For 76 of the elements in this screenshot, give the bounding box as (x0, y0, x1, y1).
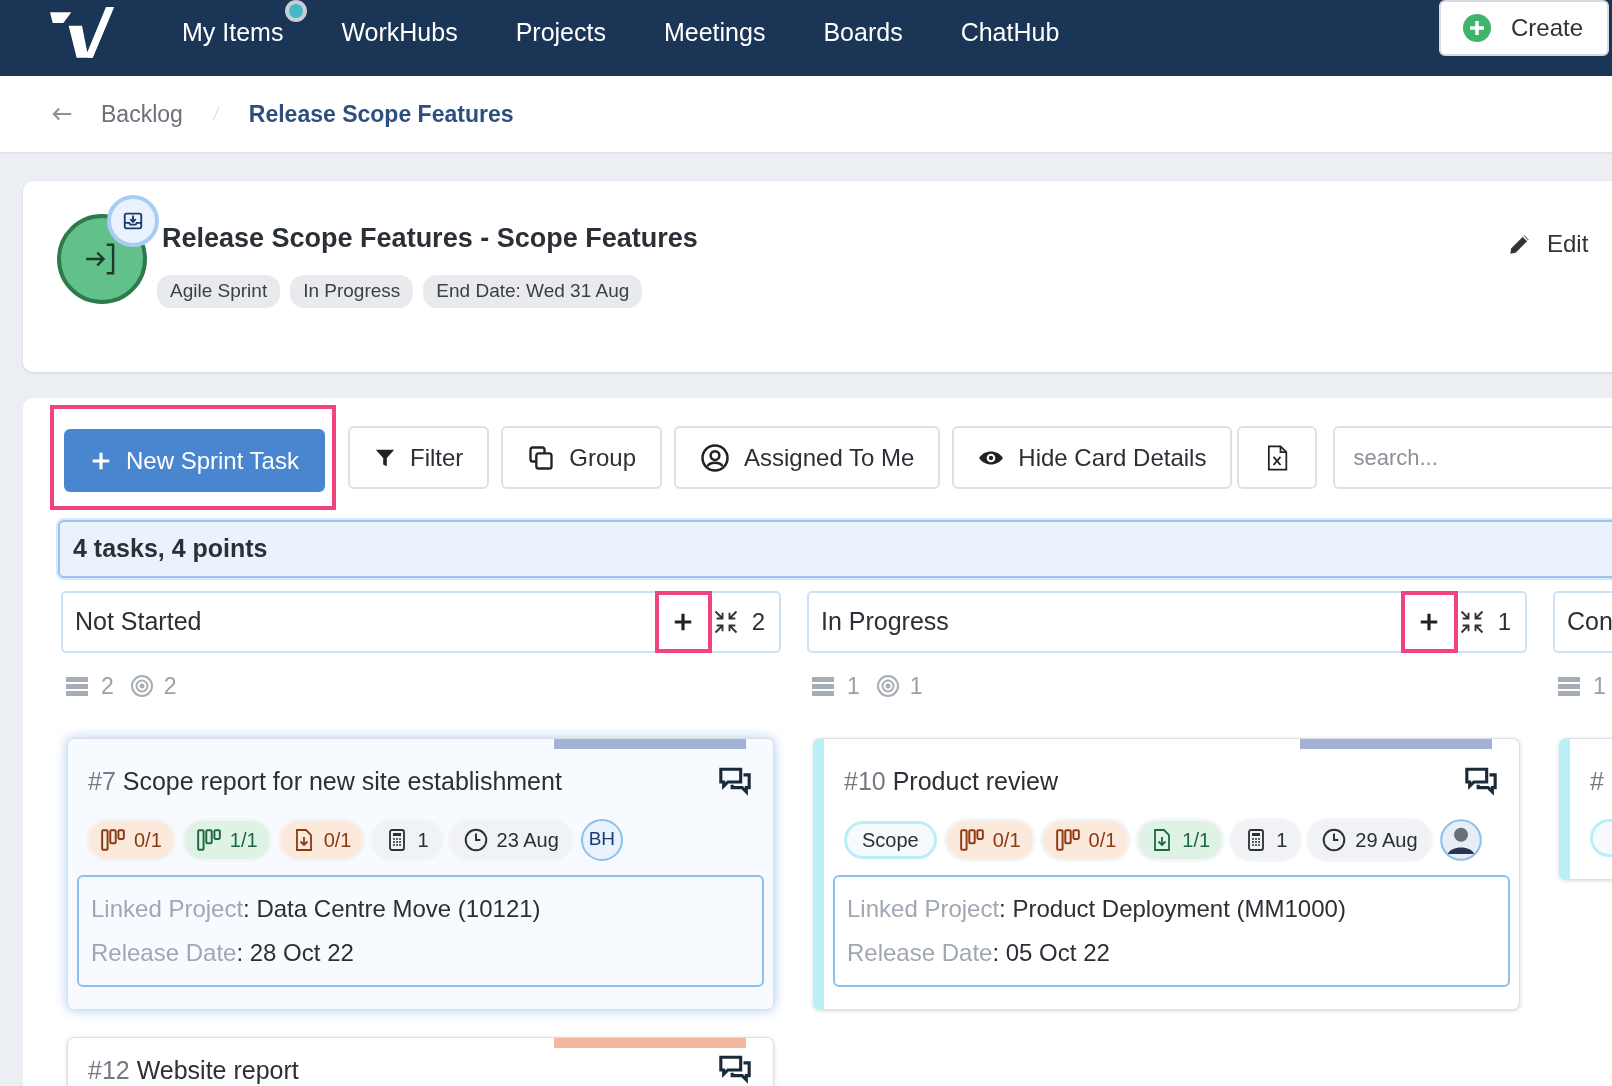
task-card[interactable]: #7 Scope report for new site establishment 0/1 1/1 0/1 1 23 Aug BH Linked Project: Data Centre Move (10121) Release Date: 28 Oct 22 (67, 738, 774, 1010)
toolbar-button[interactable]: Group (501, 426, 662, 489)
toolbar-button[interactable]: Filter (347, 426, 490, 489)
plus-circle-icon (1463, 14, 1491, 42)
clock-icon (462, 826, 489, 853)
sprint-tag: In Progress (290, 275, 414, 308)
column-title: Not Started (75, 606, 202, 638)
point-total: 2 (163, 671, 177, 701)
nav-link[interactable]: ChatHub (960, 0, 1084, 52)
detail-line: Linked Project: Product Deployment (MM1000) (847, 893, 1347, 924)
breadcrumb-link[interactable]: Backlog (101, 96, 183, 132)
detail-line: Release Date: 28 Oct 22 (91, 937, 355, 968)
task-card[interactable]: #12 Website report (67, 1036, 774, 1086)
nav-link[interactable]: WorkHubs (341, 0, 482, 52)
task-total: 1 (1593, 671, 1606, 701)
toolbar-button[interactable]: Hide Card Details (952, 426, 1233, 489)
inbox-download-icon (122, 210, 144, 232)
stat-pill: 1/1 (183, 820, 270, 859)
user-circle-icon (700, 442, 730, 473)
sprint-title: Release Scope Features - Scope Features (162, 222, 698, 255)
column-title: In Progress (821, 606, 949, 638)
stat-pill: 0/1 (946, 820, 1033, 859)
stat-pill: 0/1 (1042, 820, 1129, 859)
tag: Scope (844, 820, 937, 859)
stat-pill: 1/1 (1138, 820, 1223, 859)
nav-link[interactable]: Projects (515, 0, 630, 52)
stat-pill: 1 (373, 820, 441, 859)
detail-line: Linked Project: Data Centre Move (10121) (91, 893, 542, 924)
avatar (1439, 818, 1482, 861)
stat-pill: 29 Aug (1309, 820, 1430, 859)
task-total: 1 (847, 671, 860, 701)
search-field[interactable]: search... (1333, 426, 1612, 489)
add-button[interactable] (654, 591, 712, 653)
task-count: 1 (1497, 607, 1511, 637)
sprint-tag: End Date: Wed 31 Aug (423, 275, 643, 308)
column-title: Con (1567, 606, 1612, 638)
task-total: 2 (101, 671, 114, 701)
chat-bubbles-icon[interactable] (717, 1053, 753, 1086)
stat-pill: 1 (1232, 820, 1300, 859)
breadcrumb-link[interactable]: Release Scope Features (248, 96, 514, 132)
summary-bar: 4 tasks, 4 points (58, 520, 1612, 578)
target-icon (875, 674, 900, 698)
assignee-avatar: BH (580, 818, 623, 861)
export-button[interactable] (1237, 426, 1318, 489)
columns-icon (100, 826, 126, 853)
list-icon (809, 674, 837, 698)
list-icon (63, 674, 91, 698)
card-title: #10 Product review (844, 766, 1058, 797)
target-icon (129, 674, 154, 698)
toolbar-button[interactable]: Assigned To Me (674, 426, 941, 489)
card-title: # (1590, 766, 1604, 797)
add-button[interactable] (1400, 591, 1458, 653)
point-total: 1 (909, 671, 923, 701)
stat-pill: 23 Aug (450, 820, 571, 859)
task-count: 2 (751, 607, 765, 637)
task-card[interactable]: #10 Product review Scope 0/1 0/1 1/1 1 29 Aug Linked Project: Product Deployment (MM1000) Release Date: 05 Oct 22 (813, 738, 1520, 1010)
clock-icon (1321, 826, 1348, 853)
stat-pill: 0/1 (279, 820, 364, 859)
list-icon (1555, 674, 1583, 698)
sprint-tag: Agile Sprint (157, 275, 281, 308)
columns-icon (958, 826, 985, 853)
create-button[interactable]: Create (1439, 0, 1609, 56)
nav-link[interactable]: Boards (823, 0, 927, 52)
columns-icon (195, 826, 222, 853)
columns-icon (1054, 826, 1081, 853)
task-card[interactable]: # (1559, 738, 1612, 880)
new-task-button[interactable]: New Sprint Task (64, 429, 325, 492)
card-title: #7 Scope report for new site establishment (88, 766, 562, 797)
nav-link[interactable]: My Items (182, 0, 308, 52)
edit-button[interactable]: Edit (1501, 225, 1595, 263)
copy-icon (527, 443, 556, 472)
detail-line: Release Date: 05 Oct 22 (847, 937, 1111, 968)
nav-link[interactable]: Meetings (663, 0, 790, 52)
stat-pill: 0/1 (88, 820, 174, 859)
notification-dot (285, 0, 308, 22)
card-title: #12 Website report (88, 1054, 299, 1086)
